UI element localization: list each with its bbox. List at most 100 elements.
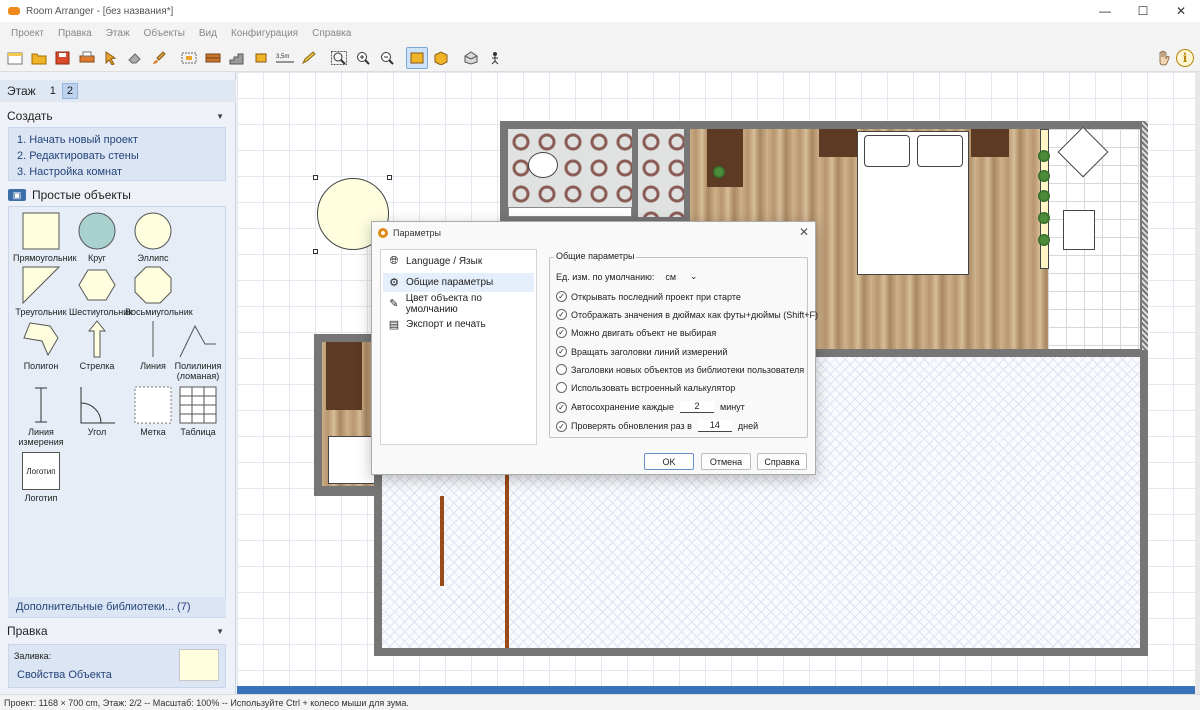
object-logo[interactable]: Логотип Логотип <box>13 451 69 503</box>
toilet-icon[interactable] <box>528 152 558 178</box>
object-circle[interactable]: Круг <box>69 211 125 263</box>
vertical-scrollbar[interactable] <box>1195 72 1200 694</box>
eraser-icon[interactable] <box>124 47 146 69</box>
wardrobe[interactable] <box>707 129 743 187</box>
option-check-updates[interactable]: ✓ Проверять обновления раз в 14 дней <box>556 420 758 432</box>
3d-view-icon[interactable] <box>430 47 452 69</box>
pencil-icon[interactable] <box>298 47 320 69</box>
object-octagon[interactable]: Восьмиугольник <box>125 265 193 317</box>
info-button[interactable]: i <box>1174 47 1196 69</box>
2d-view-icon[interactable] <box>406 46 428 69</box>
object-table[interactable]: Таблица <box>171 385 225 437</box>
object-rectangle[interactable]: Прямоугольник <box>13 211 77 263</box>
create-section-header[interactable]: Создать ▼ <box>0 107 236 125</box>
help-button[interactable]: Справка <box>757 453 807 470</box>
simple-objects-header[interactable]: ▣ Простые объекты <box>8 186 228 204</box>
menu-edit[interactable]: Правка <box>51 28 99 39</box>
collapse-caret-icon[interactable]: ▼ <box>216 112 224 121</box>
object-polygon[interactable]: Полигон <box>13 319 69 371</box>
option-open-last-project[interactable]: ✓ Открывать последний проект при старте <box>556 291 741 302</box>
cancel-button[interactable]: Отмена <box>701 453 751 470</box>
nav-default-color[interactable]: ✎ Цвет объекта по умолчанию <box>383 293 534 315</box>
menu-configuration[interactable]: Конфигурация <box>224 28 305 39</box>
checkbox-checked-icon[interactable]: ✓ <box>556 401 567 413</box>
checkbox-unchecked-icon[interactable] <box>556 382 567 393</box>
object-ellipse[interactable]: Эллипс <box>125 211 181 263</box>
save-icon[interactable] <box>52 47 74 69</box>
selection-handle[interactable] <box>313 175 318 180</box>
option-built-in-calculator[interactable]: Использовать встроенный калькулятор <box>556 382 735 393</box>
print-icon[interactable] <box>76 47 98 69</box>
object-measure-line[interactable]: Линия измерения <box>13 385 69 447</box>
balcony-chair[interactable] <box>1063 210 1095 250</box>
menu-view[interactable]: Вид <box>192 28 224 39</box>
nav-export-print[interactable]: ▤ Экспорт и печать <box>383 315 534 334</box>
zoom-out-icon[interactable] <box>376 47 398 69</box>
zoom-fit-icon[interactable] <box>328 47 350 69</box>
edit-section-header[interactable]: Правка ▼ <box>0 622 236 640</box>
menu-objects[interactable]: Объекты <box>137 28 192 39</box>
plant-icon[interactable] <box>1038 150 1050 162</box>
walk-icon[interactable] <box>484 47 506 69</box>
wall-icon[interactable] <box>202 47 224 69</box>
3d-box-icon[interactable] <box>460 47 482 69</box>
more-libraries-link[interactable]: Дополнительные библиотеки... (7) <box>8 597 226 617</box>
menu-help[interactable]: Справка <box>305 28 358 39</box>
cabinet[interactable] <box>326 342 362 410</box>
option-rotate-measure-titles[interactable]: ✓ Вращать заголовки линий измерений <box>556 346 727 357</box>
paint-brush-icon[interactable] <box>148 47 170 69</box>
object-properties-link[interactable]: Свойства Объекта <box>17 669 112 681</box>
selection-handle[interactable] <box>313 249 318 254</box>
zoom-in-icon[interactable] <box>352 47 374 69</box>
option-feet-inches[interactable]: ✓ Отображать значения в дюймах как футы+д… <box>556 309 818 320</box>
nav-general[interactable]: ⚙︎ Общие параметры <box>383 273 534 292</box>
stairs-icon[interactable] <box>226 47 248 69</box>
open-folder-icon[interactable] <box>28 47 50 69</box>
object-arrow[interactable]: Стрелка <box>69 319 125 371</box>
object-angle[interactable]: Угол <box>69 385 125 437</box>
new-file-icon[interactable] <box>4 47 26 69</box>
plant-icon[interactable] <box>1038 234 1050 246</box>
object-hexagon[interactable]: Шестиугольник <box>69 265 132 317</box>
measure-tool-icon[interactable]: 3,5m <box>274 47 296 69</box>
object-polyline[interactable]: Полилиния (ломаная) <box>171 319 225 381</box>
minimize-button[interactable]: — <box>1086 0 1124 22</box>
update-days-input[interactable]: 14 <box>697 420 732 432</box>
close-icon[interactable]: ✕ <box>799 225 809 239</box>
edit-walls-link[interactable]: 2. Редактировать стены <box>17 148 217 164</box>
collapse-caret-icon[interactable]: ▼ <box>216 627 224 636</box>
close-window-button[interactable]: ✕ <box>1162 0 1200 22</box>
unit-select[interactable]: см ⌄ <box>662 270 700 283</box>
floor-2-tab[interactable]: 2 <box>61 83 78 99</box>
checkbox-checked-icon[interactable]: ✓ <box>556 420 567 432</box>
plant-icon[interactable] <box>1038 212 1050 224</box>
plant-icon[interactable] <box>1038 190 1050 202</box>
pointer-tool-icon[interactable] <box>100 47 122 69</box>
room-settings-link[interactable]: 3. Настройка комнат <box>17 164 217 180</box>
object-triangle[interactable]: Треугольник <box>13 265 69 317</box>
ok-button[interactable]: OK <box>644 453 694 470</box>
nightstand-right[interactable] <box>971 129 1009 157</box>
menu-floor[interactable]: Этаж <box>99 28 137 39</box>
bathroom-sink-counter[interactable] <box>508 207 632 217</box>
selection-handle[interactable] <box>387 175 392 180</box>
plant-icon[interactable] <box>713 166 725 178</box>
option-autosave[interactable]: ✓ Автосохранение каждые 2 минут <box>556 401 745 413</box>
checkbox-checked-icon[interactable]: ✓ <box>556 291 567 302</box>
new-project-link[interactable]: 1. Начать новый проект <box>17 132 217 148</box>
fill-color-swatch[interactable] <box>179 649 219 681</box>
checkbox-unchecked-icon[interactable] <box>556 364 567 375</box>
nightstand-left[interactable] <box>819 129 857 157</box>
maximize-button[interactable]: ☐ <box>1124 0 1162 22</box>
autosave-minutes-input[interactable]: 2 <box>680 401 714 413</box>
option-move-without-select[interactable]: ✓ Можно двигать объект не выбирая <box>556 327 716 338</box>
hand-tool-icon[interactable] <box>1152 47 1174 69</box>
nav-language[interactable]: 🌐︎ Language / Язык <box>383 252 534 271</box>
checkbox-checked-icon[interactable]: ✓ <box>556 309 567 320</box>
resize-icon[interactable] <box>250 47 272 69</box>
menu-project[interactable]: Проект <box>4 28 51 39</box>
select-area-icon[interactable] <box>178 47 200 69</box>
option-user-library-titles[interactable]: Заголовки новых объектов из библиотеки п… <box>556 364 804 375</box>
floor-1-tab[interactable]: 1 <box>46 84 60 98</box>
checkbox-checked-icon[interactable]: ✓ <box>556 346 567 357</box>
